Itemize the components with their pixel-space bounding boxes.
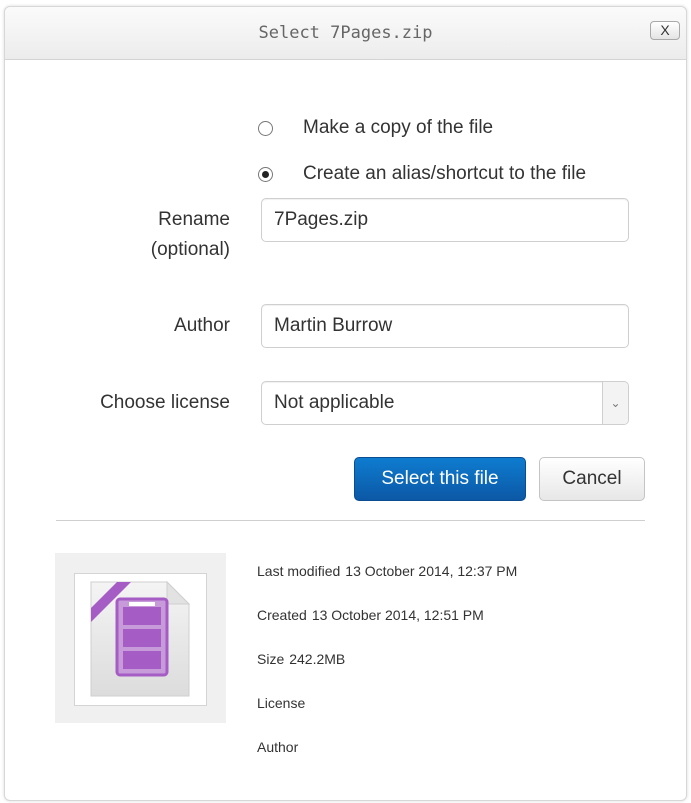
info-author: Author bbox=[257, 739, 298, 755]
license-label: Choose license bbox=[100, 392, 230, 413]
author-info-label: Author bbox=[257, 739, 299, 755]
cancel-button[interactable]: Cancel bbox=[539, 457, 645, 501]
author-input[interactable]: Martin Burrow bbox=[261, 304, 629, 348]
radio-create-alias[interactable] bbox=[258, 166, 273, 182]
info-last-modified: Last modified 13 October 2014, 12:37 PM bbox=[257, 563, 517, 579]
divider bbox=[56, 520, 645, 521]
license-info-label: License bbox=[257, 695, 306, 711]
license-select-value: Not applicable bbox=[274, 392, 395, 413]
close-icon: X bbox=[660, 22, 670, 38]
rename-label-line1: Rename bbox=[158, 209, 230, 230]
author-label: Author bbox=[174, 315, 230, 336]
rename-label-line2: (optional) bbox=[150, 239, 230, 260]
rename-label: Rename (optional) bbox=[151, 205, 230, 265]
option-create-alias[interactable]: Create an alias/shortcut to the file bbox=[258, 162, 586, 186]
rename-input[interactable]: 7Pages.zip bbox=[261, 198, 629, 242]
option-copy-file[interactable]: Make a copy of the file bbox=[258, 116, 493, 140]
created-value: 13 October 2014, 12:51 PM bbox=[311, 607, 484, 623]
chevron-down-icon[interactable]: ⌄ bbox=[602, 382, 628, 424]
close-button[interactable]: X bbox=[650, 21, 680, 40]
size-label: Size bbox=[257, 651, 285, 667]
dialog-title: Select 7Pages.zip bbox=[258, 23, 433, 43]
option-copy-label: Make a copy of the file bbox=[303, 117, 494, 138]
file-thumbnail bbox=[55, 553, 226, 723]
radio-copy-file[interactable] bbox=[258, 120, 273, 136]
last-modified-label: Last modified bbox=[257, 563, 341, 579]
size-value: 242.2MB bbox=[289, 651, 346, 667]
info-created: Created 13 October 2014, 12:51 PM bbox=[257, 607, 484, 623]
dialog-titlebar: Select 7Pages.zip X bbox=[5, 7, 686, 60]
license-select[interactable]: Not applicable ⌄ bbox=[261, 381, 629, 425]
select-file-button[interactable]: Select this file bbox=[354, 457, 526, 501]
info-license: License bbox=[257, 695, 305, 711]
thumbnail-frame bbox=[74, 573, 207, 706]
last-modified-value: 13 October 2014, 12:37 PM bbox=[345, 563, 518, 579]
option-alias-label: Create an alias/shortcut to the file bbox=[303, 163, 587, 184]
info-size: Size 242.2MB bbox=[257, 651, 345, 667]
created-label: Created bbox=[257, 607, 307, 623]
archive-file-icon bbox=[90, 580, 191, 697]
